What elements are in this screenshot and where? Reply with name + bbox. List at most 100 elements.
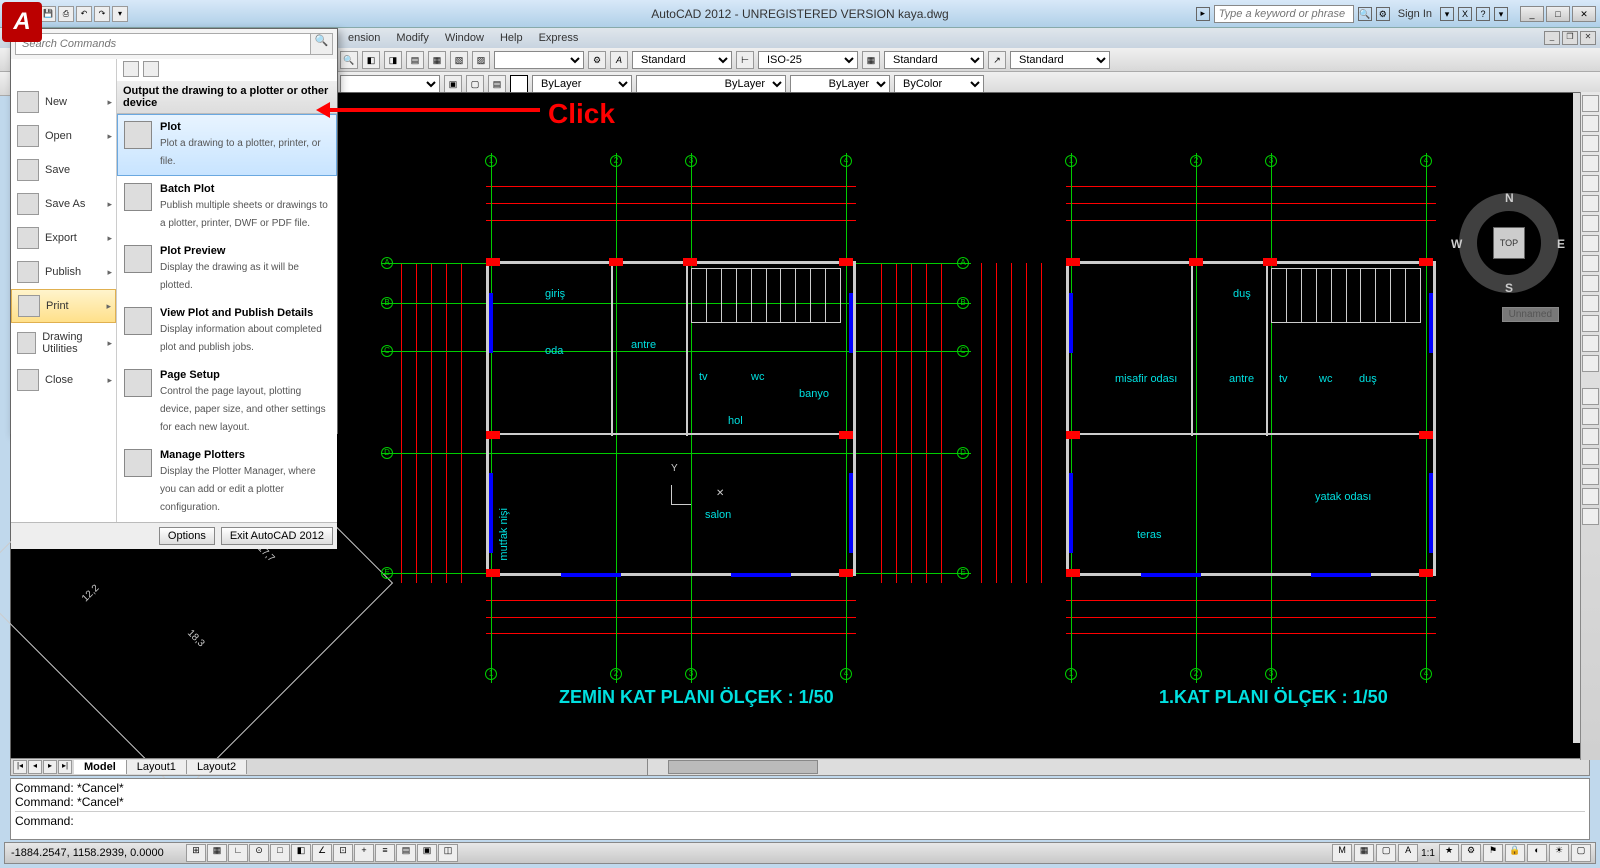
status-polar-icon[interactable]: ⊙ xyxy=(249,844,269,862)
palette-tool-icon[interactable] xyxy=(1582,155,1599,172)
tool2-icon[interactable]: ◨ xyxy=(384,51,402,69)
help-dropdown-icon[interactable]: ▾ xyxy=(1494,7,1508,21)
palette-tool-icon[interactable] xyxy=(1582,508,1599,525)
print-item-plot-preview[interactable]: Plot PreviewDisplay the drawing as it wi… xyxy=(117,238,337,300)
viewcube-south[interactable]: S xyxy=(1505,281,1513,295)
menu-help[interactable]: Help xyxy=(492,32,531,44)
status-snap-icon[interactable]: ⊞ xyxy=(186,844,206,862)
app-menu-save-as[interactable]: Save As▸ xyxy=(11,187,116,221)
view-cube[interactable]: TOP N S E W xyxy=(1459,193,1559,293)
close-button[interactable]: ✕ xyxy=(1572,6,1596,22)
app-menu-close[interactable]: Close▸ xyxy=(11,363,116,397)
palette-tool-icon[interactable] xyxy=(1582,175,1599,192)
search-commands-input[interactable] xyxy=(15,33,311,55)
status-dyn-icon[interactable]: + xyxy=(354,844,374,862)
viewcube-north[interactable]: N xyxy=(1505,191,1514,205)
coordinates-display[interactable]: -1884.2547, 1158.2939, 0.0000 xyxy=(5,847,185,859)
palette-tool-icon[interactable] xyxy=(1582,115,1599,132)
qat-redo-icon[interactable]: ↷ xyxy=(94,6,110,22)
qat-plot-icon[interactable]: ⎙ xyxy=(58,6,74,22)
text-style-select[interactable]: Standard xyxy=(632,51,732,69)
dimstyle-icon[interactable]: ⊢ xyxy=(736,51,754,69)
menu-modify[interactable]: Modify xyxy=(388,32,436,44)
viewcube-west[interactable]: W xyxy=(1451,237,1462,251)
status-hardware-icon[interactable]: ◐ xyxy=(1527,844,1547,862)
status-qv-layouts-icon[interactable]: ▦ xyxy=(1354,844,1374,862)
application-menu-button[interactable]: A xyxy=(2,2,42,42)
palette-tool-icon[interactable] xyxy=(1582,95,1599,112)
mdi-minimize-button[interactable]: _ xyxy=(1544,31,1560,45)
tab-nav-prev-icon[interactable]: ◂ xyxy=(28,760,42,774)
tool6-icon[interactable]: ▨ xyxy=(472,51,490,69)
signin-dropdown-icon[interactable]: ▾ xyxy=(1440,7,1454,21)
palette-tool-icon[interactable] xyxy=(1582,448,1599,465)
palette-tool-icon[interactable] xyxy=(1582,195,1599,212)
tool1-icon[interactable]: ◧ xyxy=(362,51,380,69)
textstyle-a-icon[interactable]: A xyxy=(610,51,628,69)
open-docs-icon[interactable] xyxy=(143,61,159,77)
tablestyle-icon[interactable]: ▦ xyxy=(862,51,880,69)
status-annoscale-a[interactable]: A xyxy=(1398,844,1418,862)
status-clean-icon[interactable]: ▢ xyxy=(1571,844,1591,862)
infocenter-toggle-icon[interactable]: ▸ xyxy=(1196,7,1210,21)
palette-tool-icon[interactable] xyxy=(1582,295,1599,312)
palette-tool-icon[interactable] xyxy=(1582,335,1599,352)
viewcube-east[interactable]: E xyxy=(1557,237,1565,251)
palette-tool-icon[interactable] xyxy=(1582,135,1599,152)
keyword-search-input[interactable] xyxy=(1214,5,1354,23)
palette-tool-icon[interactable] xyxy=(1582,215,1599,232)
mleader-style-select[interactable]: Standard xyxy=(1010,51,1110,69)
palette-tool-icon[interactable] xyxy=(1582,408,1599,425)
tab-nav-first-icon[interactable]: |◂ xyxy=(13,760,27,774)
tool3-icon[interactable]: ▤ xyxy=(406,51,424,69)
plotstyle-select[interactable]: ByColor xyxy=(894,75,984,93)
exit-autocad-button[interactable]: Exit AutoCAD 2012 xyxy=(221,527,333,545)
status-qp-icon[interactable]: ▣ xyxy=(417,844,437,862)
tool5-icon[interactable]: ▧ xyxy=(450,51,468,69)
visual-style-label[interactable]: Unnamed xyxy=(1502,307,1559,322)
app-menu-new[interactable]: New▸ xyxy=(11,85,116,119)
status-sc-icon[interactable]: ◫ xyxy=(438,844,458,862)
dim-style-select[interactable]: ISO-25 xyxy=(758,51,858,69)
tool4-icon[interactable]: ▦ xyxy=(428,51,446,69)
lineweight-select[interactable]: ByLayer xyxy=(790,75,890,93)
status-lwt-icon[interactable]: ≡ xyxy=(375,844,395,862)
help-icon[interactable]: ? xyxy=(1476,7,1490,21)
command-window[interactable]: Command: *Cancel* Command: *Cancel* Comm… xyxy=(10,778,1590,840)
print-item-view-details[interactable]: View Plot and Publish DetailsDisplay inf… xyxy=(117,300,337,362)
mdi-restore-button[interactable]: ❐ xyxy=(1562,31,1578,45)
status-qv-drawings-icon[interactable]: ▢ xyxy=(1376,844,1396,862)
app-menu-print[interactable]: Print▸ xyxy=(11,289,116,323)
command-prompt[interactable]: Command: xyxy=(15,811,1585,828)
palette-tool-icon[interactable] xyxy=(1582,428,1599,445)
status-ducs-icon[interactable]: ⊡ xyxy=(333,844,353,862)
app-menu-save[interactable]: Save xyxy=(11,153,116,187)
named-view-select[interactable] xyxy=(340,75,440,93)
status-autoscale-icon[interactable]: ⚙ xyxy=(1461,844,1481,862)
status-isolate-icon[interactable]: ☀ xyxy=(1549,844,1569,862)
sign-in-link[interactable]: Sign In xyxy=(1394,8,1436,20)
palette-tool-icon[interactable] xyxy=(1582,468,1599,485)
status-scale[interactable]: 1:1 xyxy=(1419,848,1437,859)
search-button-icon[interactable]: 🔍 xyxy=(1358,7,1372,21)
status-grid-icon[interactable]: ▦ xyxy=(207,844,227,862)
status-osnap-icon[interactable]: □ xyxy=(270,844,290,862)
palette-tool-icon[interactable] xyxy=(1582,235,1599,252)
view1-icon[interactable]: ▣ xyxy=(444,75,462,93)
tab-layout2[interactable]: Layout2 xyxy=(187,760,247,774)
tab-nav-last-icon[interactable]: ▸| xyxy=(58,760,72,774)
minimize-button[interactable]: _ xyxy=(1520,6,1544,22)
options-button[interactable]: Options xyxy=(159,527,215,545)
mdi-close-button[interactable]: ✕ xyxy=(1580,31,1596,45)
status-model-icon[interactable]: M xyxy=(1332,844,1352,862)
horizontal-scrollbar[interactable] xyxy=(647,759,1589,775)
table-style-select[interactable]: Standard xyxy=(884,51,984,69)
print-item-plot[interactable]: PlotPlot a drawing to a plotter, printer… xyxy=(117,114,337,176)
palette-tool-icon[interactable] xyxy=(1582,255,1599,272)
menu-window[interactable]: Window xyxy=(437,32,492,44)
print-item-batch-plot[interactable]: Batch PlotPublish multiple sheets or dra… xyxy=(117,176,337,238)
color-swatch-icon[interactable] xyxy=(510,75,528,93)
status-annovis-icon[interactable]: ★ xyxy=(1439,844,1459,862)
app-menu-export[interactable]: Export▸ xyxy=(11,221,116,255)
palette-tool-icon[interactable] xyxy=(1582,355,1599,372)
